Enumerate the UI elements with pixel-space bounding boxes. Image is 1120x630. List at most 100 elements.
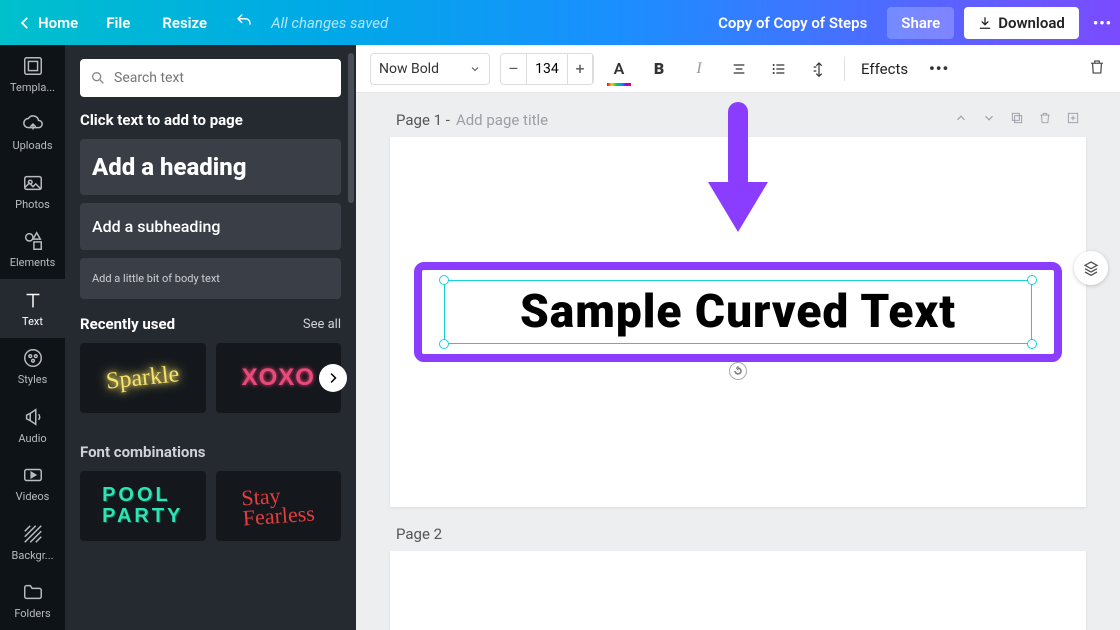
rail-background-label: Backgr...: [11, 549, 53, 562]
rail-background[interactable]: Backgr...: [0, 513, 65, 572]
chevron-down-icon: [982, 111, 996, 125]
download-icon: [978, 16, 992, 30]
uploads-icon: [22, 113, 44, 135]
add-heading-card[interactable]: Add a heading: [80, 139, 341, 195]
thumb-label: StayFearless: [241, 484, 316, 529]
panel-scrollbar[interactable]: [348, 53, 354, 203]
main-area: Now Bold – 134 + A B I: [356, 45, 1120, 630]
text-toolbar: Now Bold – 134 + A B I: [356, 45, 1120, 93]
thumb-label: XOXO: [242, 364, 315, 392]
page-title-input[interactable]: Add page title: [456, 111, 548, 129]
add-page-button[interactable]: [1066, 111, 1080, 129]
resize-menu[interactable]: Resize: [148, 8, 221, 38]
search-icon: [90, 70, 106, 86]
page-up-button[interactable]: [954, 111, 968, 129]
trash-icon: [1038, 111, 1052, 125]
combos-label: Font combinations: [80, 443, 206, 461]
add-page-icon: [1066, 111, 1080, 125]
undo-icon: [235, 12, 253, 30]
resize-handle-bl[interactable]: [439, 339, 449, 349]
toolbar-more-button[interactable]: •••: [924, 54, 954, 84]
search-box[interactable]: [80, 59, 341, 97]
chevron-down-icon: [469, 63, 481, 75]
spacing-button[interactable]: [804, 54, 834, 84]
side-rail: Templa... Uploads Photos Elements Text S…: [0, 45, 65, 630]
download-label: Download: [998, 14, 1065, 32]
rail-text[interactable]: Text: [0, 279, 65, 338]
recent-thumb-sparkle[interactable]: Sparkle: [80, 343, 206, 413]
add-subheading-card[interactable]: Add a subheading: [80, 203, 341, 250]
thumb-label: POOLPARTY: [102, 485, 183, 527]
copy-icon: [1010, 111, 1024, 125]
download-button[interactable]: Download: [964, 7, 1079, 39]
recent-label: Recently used: [80, 315, 175, 333]
effects-button[interactable]: Effects: [855, 60, 914, 78]
text-icon: [22, 289, 44, 311]
rail-templates-label: Templa...: [10, 81, 55, 94]
page-1-canvas[interactable]: Sample Curved Text: [390, 137, 1086, 507]
page-down-button[interactable]: [982, 111, 996, 129]
undo-button[interactable]: [225, 6, 263, 40]
list-button[interactable]: [764, 54, 794, 84]
align-button[interactable]: [724, 54, 754, 84]
italic-button[interactable]: I: [684, 54, 714, 84]
rail-photos-label: Photos: [15, 198, 50, 211]
see-all-link[interactable]: See all: [303, 317, 341, 332]
combo-thumb-pool[interactable]: POOLPARTY: [80, 471, 206, 541]
click-hint: Click text to add to page: [80, 111, 341, 129]
resize-handle-br[interactable]: [1027, 339, 1037, 349]
selected-text-element[interactable]: Sample Curved Text: [414, 262, 1062, 362]
rail-audio[interactable]: Audio: [0, 396, 65, 455]
home-button[interactable]: Home: [8, 8, 88, 38]
size-decrease-button[interactable]: –: [501, 54, 527, 84]
size-increase-button[interactable]: +: [567, 54, 593, 84]
chevron-up-icon: [954, 111, 968, 125]
share-button[interactable]: Share: [887, 7, 954, 39]
duplicate-page-button[interactable]: [1010, 111, 1024, 129]
page-2-canvas[interactable]: [390, 551, 1086, 630]
font-size-control: – 134 +: [500, 53, 594, 85]
rail-text-label: Text: [22, 315, 43, 328]
thumb-label: Sparkle: [105, 361, 181, 396]
rail-templates[interactable]: Templa...: [0, 45, 65, 104]
align-icon: [731, 61, 747, 77]
font-selector[interactable]: Now Bold: [370, 53, 490, 85]
page-2-label: Page 2: [396, 525, 442, 543]
rail-folders[interactable]: Folders: [0, 572, 65, 630]
top-more-button[interactable]: •••: [1089, 10, 1112, 36]
canvas-text[interactable]: Sample Curved Text: [445, 285, 1031, 339]
canvas-area[interactable]: Page 1 - Add page title: [356, 93, 1120, 630]
search-input[interactable]: [114, 70, 331, 86]
rail-photos[interactable]: Photos: [0, 162, 65, 221]
floating-control[interactable]: [1074, 251, 1108, 285]
rail-styles[interactable]: Styles: [0, 338, 65, 397]
rail-uploads-label: Uploads: [12, 139, 52, 152]
rail-elements-label: Elements: [10, 256, 56, 269]
recent-next-button[interactable]: [319, 364, 347, 392]
rail-videos[interactable]: Videos: [0, 455, 65, 514]
rail-audio-label: Audio: [18, 432, 46, 445]
styles-icon: [22, 347, 44, 369]
templates-icon: [22, 55, 44, 77]
delete-page-button[interactable]: [1038, 111, 1052, 129]
rotate-handle[interactable]: [729, 362, 747, 380]
document-title[interactable]: Copy of Copy of Steps: [718, 14, 867, 32]
color-indicator: [607, 83, 631, 86]
rail-elements[interactable]: Elements: [0, 221, 65, 280]
chevron-left-icon: [18, 16, 32, 30]
rail-styles-label: Styles: [18, 373, 48, 386]
side-panel: Click text to add to page Add a heading …: [65, 45, 356, 630]
rotate-icon: [733, 366, 743, 376]
rail-uploads[interactable]: Uploads: [0, 104, 65, 163]
font-size-value[interactable]: 134: [527, 61, 567, 77]
bold-button[interactable]: B: [644, 54, 674, 84]
combo-thumb-fearless[interactable]: StayFearless: [216, 471, 342, 541]
add-body-card[interactable]: Add a little bit of body text: [80, 258, 341, 299]
resize-handle-tl[interactable]: [439, 275, 449, 285]
text-color-button[interactable]: A: [604, 54, 634, 84]
annotation-arrow: [703, 102, 773, 246]
resize-handle-tr[interactable]: [1027, 275, 1037, 285]
delete-button[interactable]: [1088, 58, 1106, 80]
file-menu[interactable]: File: [92, 8, 144, 38]
arrow-down-icon: [703, 102, 773, 242]
